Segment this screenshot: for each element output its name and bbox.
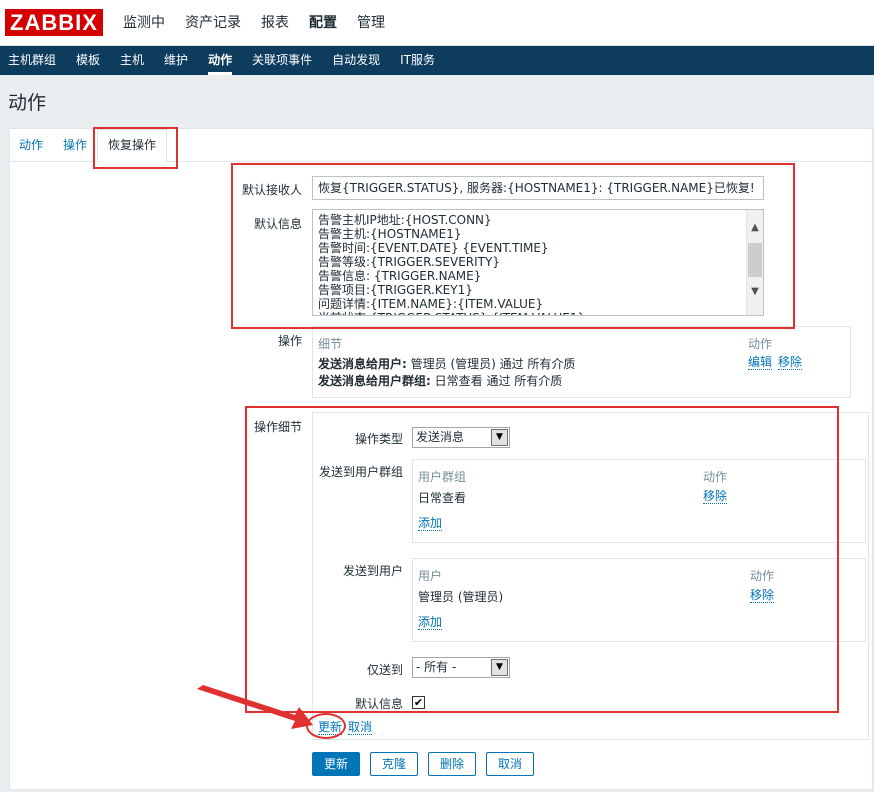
- scroll-thumb[interactable]: [748, 243, 762, 277]
- col-details-header: 细节: [318, 337, 343, 351]
- sub-menu-templates[interactable]: 模板: [66, 46, 110, 75]
- send-only-to-label: 仅送到: [366, 663, 403, 677]
- sub-menu-actions[interactable]: 动作: [198, 46, 242, 75]
- textarea-scrollbar[interactable]: ▲ ▼: [746, 210, 763, 315]
- tab-recovery-operations[interactable]: 恢复操作: [97, 129, 168, 162]
- add-user-group-link[interactable]: 添加: [418, 516, 443, 531]
- sub-menu-it-services[interactable]: IT服务: [390, 46, 445, 75]
- update-operation-link[interactable]: 更新: [318, 720, 343, 735]
- delete-button[interactable]: 删除: [428, 752, 476, 776]
- operation-type-select[interactable]: 发送消息 ▼: [412, 427, 510, 448]
- default-message-check-label: 默认信息: [354, 697, 403, 711]
- message-line: 告警信息: {TRIGGER.NAME}: [318, 269, 482, 283]
- sub-menu: 主机群组 模板 主机 维护 动作 关联项事件 自动发现 IT服务: [0, 46, 874, 75]
- remove-user-group-link[interactable]: 移除: [703, 489, 728, 504]
- sub-menu-hosts[interactable]: 主机: [110, 46, 154, 75]
- remove-user-link[interactable]: 移除: [750, 588, 775, 603]
- zabbix-logo[interactable]: ZABBIX: [5, 9, 103, 36]
- message-line: 告警主机:{HOSTNAME1}: [318, 227, 462, 241]
- main-menu-monitoring[interactable]: 监测中: [113, 0, 175, 46]
- send-to-groups-label: 发送到用户群组: [318, 465, 403, 479]
- user-groups-table: 用户群组 动作 日常查看 移除 添加: [412, 459, 866, 543]
- sub-menu-event-correlation[interactable]: 关联项事件: [242, 46, 322, 75]
- default-message-textarea[interactable]: 告警主机IP地址:{HOST.CONN} 告警主机:{HOSTNAME1} 告警时间…: [312, 209, 764, 316]
- remove-operation-link[interactable]: 移除: [778, 355, 803, 370]
- col-group-action-header: 动作: [703, 470, 728, 484]
- top-header: ZABBIX 监测中 资产记录 报表 配置 管理: [0, 0, 874, 46]
- main-menu-administration[interactable]: 管理: [347, 0, 395, 46]
- default-message-text: 告警主机IP地址:{HOST.CONN} 告警主机:{HOSTNAME1} 告警时间…: [318, 213, 585, 315]
- default-subject-label: 默认接收人: [241, 183, 302, 197]
- edit-operation-link[interactable]: 编辑: [748, 355, 773, 370]
- sub-menu-host-groups[interactable]: 主机群组: [0, 46, 66, 75]
- operation-row-1: 发送消息给用户: 管理员 (管理员) 通过 所有介质: [318, 357, 576, 371]
- send-only-to-select[interactable]: - 所有 - ▼: [412, 657, 510, 678]
- update-button[interactable]: 更新: [312, 752, 360, 776]
- message-line: 告警时间:{EVENT.DATE} {EVENT.TIME}: [318, 241, 549, 255]
- chevron-down-icon: ▼: [491, 659, 508, 676]
- operations-table: 细节 动作 发送消息给用户: 管理员 (管理员) 通过 所有介质 发送消息给用户…: [312, 326, 851, 398]
- operation-type-value: 发送消息: [416, 430, 465, 444]
- message-line: 告警等级:{TRIGGER.SEVERITY}: [318, 255, 500, 269]
- tab-operations[interactable]: 操作: [63, 129, 87, 161]
- col-user-header: 用户: [418, 569, 443, 583]
- main-menu-configuration[interactable]: 配置: [299, 0, 347, 46]
- add-user-link[interactable]: 添加: [418, 615, 443, 630]
- operation-row-2: 发送消息给用户群组: 日常查看 通过 所有介质: [318, 374, 563, 388]
- page-title: 动作: [8, 92, 47, 114]
- chevron-down-icon: ▼: [491, 429, 508, 446]
- send-only-to-value: - 所有 -: [416, 660, 457, 674]
- user-name: 管理员 (管理员): [418, 590, 504, 604]
- operations-label: 操作: [277, 334, 302, 348]
- sub-menu-discovery[interactable]: 自动发现: [322, 46, 390, 75]
- scroll-down-icon[interactable]: ▼: [747, 284, 763, 300]
- default-message-checkbox[interactable]: ✔: [412, 696, 425, 709]
- users-table: 用户 动作 管理员 (管理员) 移除 添加: [412, 558, 866, 642]
- scroll-up-icon[interactable]: ▲: [747, 220, 763, 236]
- main-menu: 监测中 资产记录 报表 配置 管理: [113, 0, 395, 46]
- send-to-users-label: 发送到用户: [342, 564, 403, 578]
- default-subject-input[interactable]: 恢复{TRIGGER.STATUS}, 服务器:{HOSTNAME1}: {TR…: [312, 176, 764, 200]
- message-line: 告警主机IP地址:{HOST.CONN}: [318, 213, 492, 227]
- col-user-action-header: 动作: [750, 569, 775, 583]
- col-user-group-header: 用户群组: [418, 470, 467, 484]
- user-group-name: 日常查看: [418, 491, 467, 505]
- sub-menu-maintenance[interactable]: 维护: [154, 46, 198, 75]
- main-menu-reports[interactable]: 报表: [251, 0, 299, 46]
- operation-details-panel: 操作类型 发送消息 ▼ 发送到用户群组 用户群组 动作 日常查看 移除 添加 发…: [312, 412, 869, 740]
- cancel-button[interactable]: 取消: [486, 752, 534, 776]
- message-line: 当前状态:{TRIGGER.STATUS}:{ITEM.VALUE1}: [318, 311, 585, 315]
- message-line: 问题详情:{ITEM.NAME}:{ITEM.VALUE}: [318, 297, 544, 311]
- action-form-card: 动作 操作 恢复操作 默认接收人 恢复{TRIGGER.STATUS}, 服务器…: [9, 128, 873, 790]
- message-line: 告警项目:{TRIGGER.KEY1}: [318, 283, 473, 297]
- clone-button[interactable]: 克隆: [370, 752, 418, 776]
- main-menu-inventory[interactable]: 资产记录: [175, 0, 251, 46]
- col-action-header: 动作: [748, 337, 773, 351]
- default-message-label: 默认信息: [253, 217, 302, 231]
- operation-type-label: 操作类型: [354, 432, 403, 446]
- cancel-operation-link[interactable]: 取消: [348, 720, 373, 735]
- tab-bar: 动作 操作 恢复操作: [10, 129, 872, 162]
- tab-action[interactable]: 动作: [19, 129, 43, 161]
- operation-details-label: 操作细节: [253, 420, 302, 434]
